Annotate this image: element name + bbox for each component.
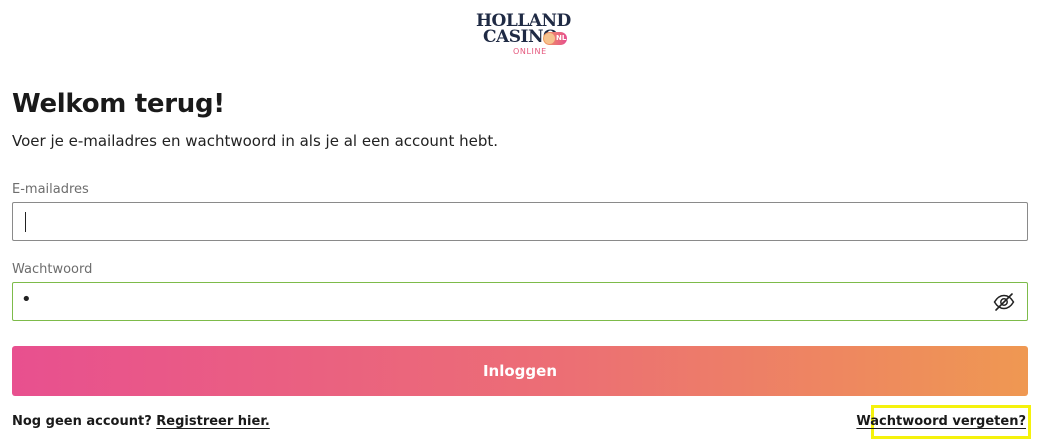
forgot-password-link[interactable]: Wachtwoord vergeten?: [856, 414, 1026, 429]
text-caret: [25, 212, 26, 232]
forgot-password-highlight: Wachtwoord vergeten?: [856, 405, 1031, 439]
page-title: Welkom terug!: [12, 89, 225, 119]
email-field[interactable]: [12, 202, 1028, 241]
eye-slash-icon[interactable]: [993, 292, 1015, 312]
holland-casino-logo[interactable]: HOLLAND CASINO NL ONLINE: [474, 13, 571, 57]
logo-badge-text: NL: [556, 34, 567, 42]
login-button[interactable]: Inloggen: [12, 346, 1028, 396]
email-label: E-mailadres: [12, 182, 89, 197]
password-field[interactable]: •: [12, 282, 1028, 321]
login-page: HOLLAND CASINO NL ONLINE Welkom terug! V…: [0, 0, 1040, 444]
logo-subtitle: ONLINE: [513, 47, 547, 56]
password-value: •: [21, 289, 32, 310]
page-subtitle: Voer je e-mailadres en wachtwoord in als…: [12, 132, 498, 150]
register-prompt: Nog geen account? Registreer hier.: [12, 414, 270, 429]
no-account-text: Nog geen account?: [12, 414, 152, 429]
password-label: Wachtwoord: [12, 262, 93, 277]
logo-toggle-badge: NL: [543, 32, 567, 45]
register-link[interactable]: Registreer hier.: [156, 414, 270, 429]
